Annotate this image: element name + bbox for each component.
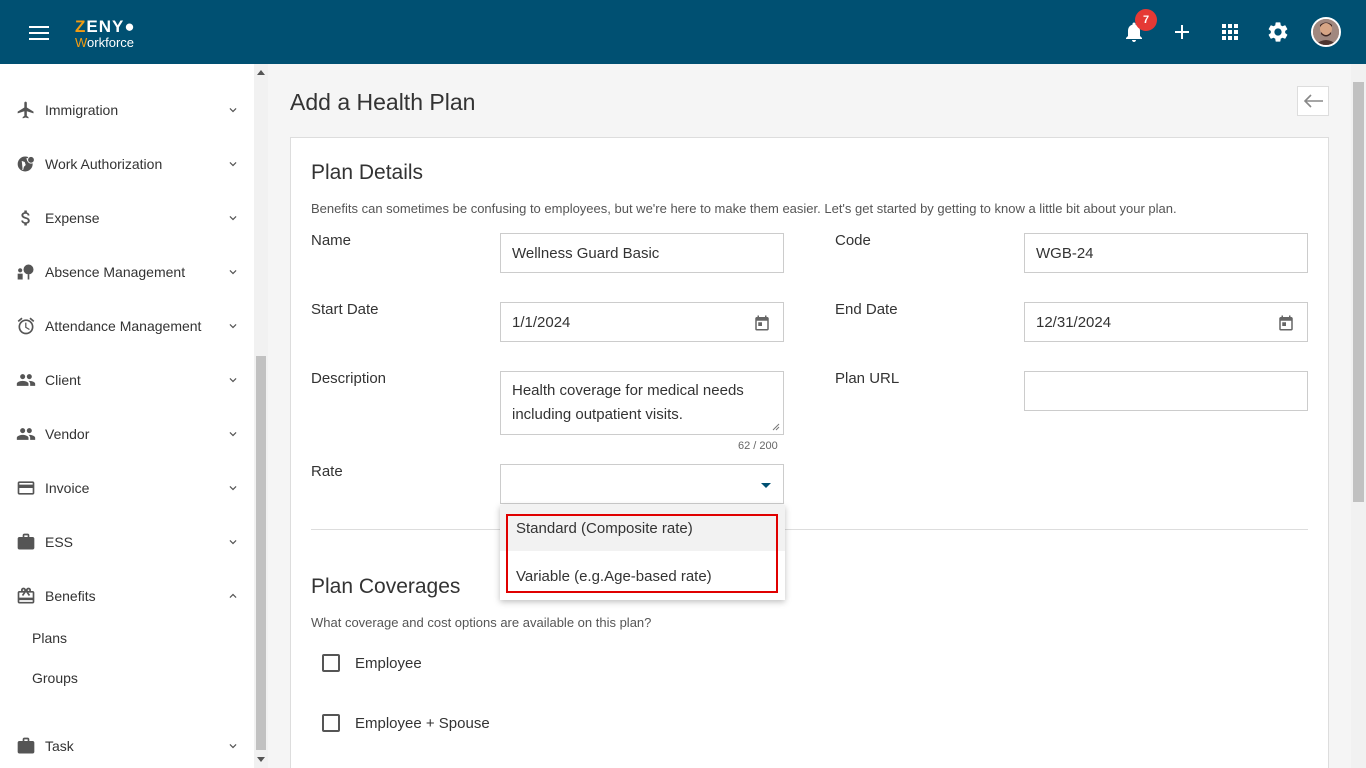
start-date-label: Start Date bbox=[311, 301, 379, 318]
sidebar-item-label: Absence Management bbox=[45, 264, 186, 280]
coverage-employee-spouse-label[interactable]: Employee + Spouse bbox=[355, 715, 490, 732]
sidebar-subitem-plans[interactable]: Plans bbox=[32, 630, 67, 646]
end-date-field[interactable]: 12/31/2024 bbox=[1024, 302, 1308, 342]
sidebar-item-invoice[interactable]: Invoice bbox=[0, 466, 254, 510]
code-label: Code bbox=[835, 232, 871, 249]
back-button[interactable] bbox=[1297, 86, 1329, 116]
resize-handle-icon[interactable] bbox=[772, 423, 780, 431]
sidebar-item-label: Vendor bbox=[45, 426, 90, 442]
page-title: Add a Health Plan bbox=[290, 89, 476, 115]
name-field[interactable]: Wellness Guard Basic bbox=[500, 233, 784, 273]
end-date-value: 12/31/2024 bbox=[1036, 313, 1112, 331]
user-avatar[interactable] bbox=[1311, 17, 1341, 47]
sidebar-item-client[interactable]: Client bbox=[0, 358, 254, 402]
scroll-down-arrow[interactable] bbox=[257, 757, 265, 762]
description-char-counter: 62 / 200 bbox=[738, 440, 778, 452]
sidebar-item-immigration[interactable]: Immigration bbox=[0, 88, 254, 132]
section-divider bbox=[311, 529, 1308, 530]
briefcase-icon bbox=[17, 533, 35, 550]
start-date-field[interactable]: 1/1/2024 bbox=[500, 302, 784, 342]
chevron-down-icon bbox=[229, 162, 237, 167]
plan-coverages-subtitle: What coverage and cost options are avail… bbox=[311, 615, 652, 630]
sidebar-item-label: Work Authorization bbox=[45, 156, 163, 172]
annotation-highlight-box bbox=[506, 514, 778, 593]
plus-icon[interactable] bbox=[1170, 20, 1194, 44]
chevron-down-icon bbox=[229, 324, 237, 329]
arrow-left-icon bbox=[1303, 94, 1323, 108]
chevron-down-icon bbox=[229, 378, 237, 383]
menu-icon[interactable] bbox=[29, 26, 49, 40]
rate-label: Rate bbox=[311, 463, 343, 480]
chevron-down-icon bbox=[229, 432, 237, 437]
notification-badge: 7 bbox=[1135, 9, 1157, 31]
chevron-down-icon bbox=[229, 108, 237, 113]
coverage-employee-checkbox[interactable] bbox=[322, 654, 340, 672]
card-icon bbox=[17, 481, 35, 495]
sidebar-item-ess[interactable]: ESS bbox=[0, 520, 254, 564]
chevron-down-icon bbox=[229, 270, 237, 275]
chevron-down-icon bbox=[229, 216, 237, 221]
sidebar: Immigration Work Authorization Expense A… bbox=[0, 64, 254, 768]
sidebar-scrollbar-thumb[interactable] bbox=[256, 356, 266, 750]
plan-form-card bbox=[290, 137, 1329, 768]
sidebar-item-label: Expense bbox=[45, 210, 100, 226]
calendar-icon[interactable] bbox=[753, 314, 771, 332]
sidebar-item-expense[interactable]: Expense bbox=[0, 196, 254, 240]
sidebar-item-work-authorization[interactable]: Work Authorization bbox=[0, 142, 254, 186]
calendar-icon[interactable] bbox=[1277, 314, 1295, 332]
globe-check-icon bbox=[17, 156, 35, 172]
plan-details-title: Plan Details bbox=[311, 161, 424, 184]
name-label: Name bbox=[311, 232, 352, 249]
sidebar-item-task[interactable]: Task bbox=[0, 724, 254, 768]
plan-details-subtitle: Benefits can sometimes be confusing to e… bbox=[311, 201, 1177, 216]
sidebar-item-label: Immigration bbox=[45, 102, 119, 118]
description-label: Description bbox=[311, 370, 387, 387]
chevron-down-icon bbox=[229, 540, 237, 545]
top-bar: ZENY● Workforce 7 bbox=[0, 0, 1366, 64]
sidebar-subitem-groups[interactable]: Groups bbox=[32, 670, 78, 686]
people-icon bbox=[16, 374, 36, 386]
chevron-up-icon bbox=[229, 593, 237, 598]
plan-url-label: Plan URL bbox=[835, 370, 900, 387]
code-field[interactable]: WGB-24 bbox=[1024, 233, 1308, 273]
coverage-employee-label[interactable]: Employee bbox=[355, 655, 422, 672]
sidebar-item-label: Client bbox=[45, 372, 81, 388]
apps-grid-icon[interactable] bbox=[1218, 20, 1242, 44]
caret-down-icon bbox=[761, 483, 771, 488]
description-textarea[interactable]: Health coverage for medical needs includ… bbox=[500, 371, 784, 435]
sidebar-item-label: Attendance Management bbox=[45, 318, 202, 334]
plan-url-field[interactable] bbox=[1024, 371, 1308, 411]
gear-icon[interactable] bbox=[1266, 20, 1290, 44]
end-date-label: End Date bbox=[835, 301, 898, 318]
start-date-value: 1/1/2024 bbox=[512, 313, 571, 331]
airplane-icon bbox=[17, 101, 34, 119]
rate-select[interactable] bbox=[500, 464, 784, 504]
logo-text: ENY bbox=[86, 17, 125, 36]
dollar-icon bbox=[21, 210, 30, 226]
sidebar-item-benefits[interactable]: Benefits bbox=[0, 574, 254, 618]
sidebar-item-vendor[interactable]: Vendor bbox=[0, 412, 254, 456]
sidebar-item-attendance-management[interactable]: Attendance Management bbox=[0, 304, 254, 348]
gift-icon bbox=[17, 587, 35, 604]
absence-icon bbox=[17, 264, 34, 280]
scroll-up-arrow[interactable] bbox=[257, 70, 265, 75]
briefcase-icon bbox=[17, 737, 35, 754]
chevron-down-icon bbox=[229, 744, 237, 749]
chevron-down-icon bbox=[229, 486, 237, 491]
sidebar-item-label: Benefits bbox=[45, 588, 96, 604]
sidebar-item-label: Invoice bbox=[45, 480, 90, 496]
sidebar-item-absence-management[interactable]: Absence Management bbox=[0, 250, 254, 294]
alarm-clock-icon bbox=[17, 317, 35, 335]
description-value: Health coverage for medical needs includ… bbox=[512, 382, 744, 423]
people-icon bbox=[16, 428, 36, 440]
app-logo[interactable]: ZENY● Workforce bbox=[75, 18, 136, 49]
sidebar-item-label: ESS bbox=[45, 534, 74, 550]
sidebar-item-label: Task bbox=[45, 738, 74, 754]
plan-coverages-title: Plan Coverages bbox=[311, 575, 461, 598]
coverage-employee-spouse-checkbox[interactable] bbox=[322, 714, 340, 732]
main-scrollbar-thumb[interactable] bbox=[1353, 82, 1364, 502]
